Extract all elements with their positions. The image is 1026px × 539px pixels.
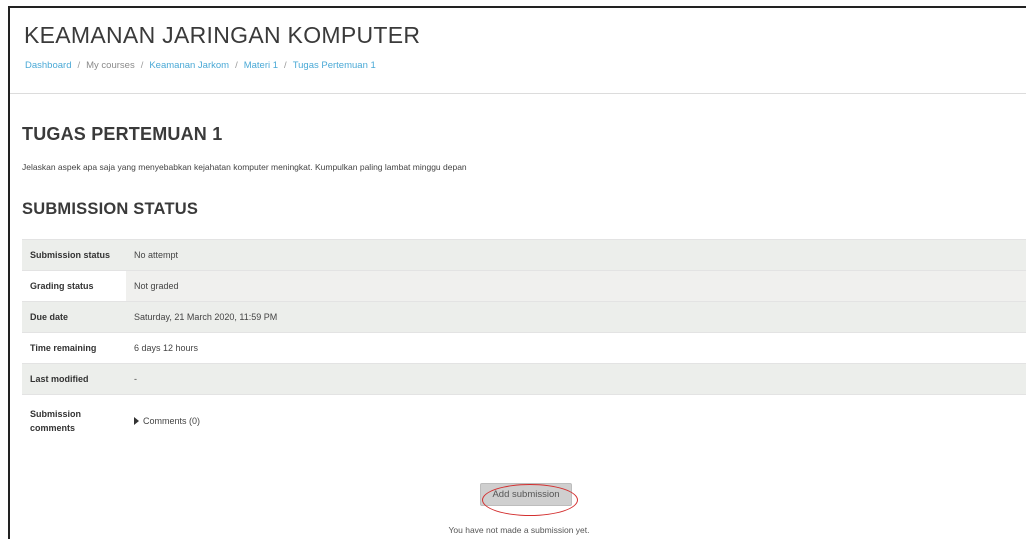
breadcrumb-separator: / xyxy=(77,60,81,71)
breadcrumb-dashboard[interactable]: Dashboard xyxy=(25,60,71,71)
caret-right-icon xyxy=(134,416,139,425)
row-label: Grading status xyxy=(22,270,126,302)
row-value: Saturday, 21 March 2020, 11:59 PM xyxy=(126,301,1026,333)
page-header: KEAMANAN JARINGAN KOMPUTER Dashboard / M… xyxy=(10,8,1026,94)
table-row: Submission status No attempt xyxy=(22,239,1026,271)
table-row: Time remaining 6 days 12 hours xyxy=(22,332,1026,364)
breadcrumb-activity[interactable]: Tugas Pertemuan 1 xyxy=(293,60,376,71)
breadcrumb-section[interactable]: Materi 1 xyxy=(244,60,278,71)
table-row: Grading status Not graded xyxy=(22,270,1026,302)
row-label: Submission status xyxy=(22,239,126,271)
course-title: KEAMANAN JARINGAN KOMPUTER xyxy=(24,22,421,48)
breadcrumb-my-courses: My courses xyxy=(86,60,135,71)
row-label: Time remaining xyxy=(22,332,126,364)
comments-toggle[interactable]: Comments (0) xyxy=(126,394,1026,447)
activity-title: TUGAS PERTEMUAN 1 xyxy=(22,124,223,144)
row-value: - xyxy=(126,363,1026,395)
row-value: Not graded xyxy=(126,270,1026,302)
breadcrumb: Dashboard / My courses / Keamanan Jarkom… xyxy=(25,60,376,71)
row-label: Last modified xyxy=(22,363,126,395)
breadcrumb-course[interactable]: Keamanan Jarkom xyxy=(149,60,229,71)
row-value: No attempt xyxy=(126,239,1026,271)
row-label: Submission comments xyxy=(22,394,126,447)
breadcrumb-separator: / xyxy=(235,60,238,71)
table-row: Due date Saturday, 21 March 2020, 11:59 … xyxy=(22,301,1026,333)
submission-status-table: Submission status No attempt Grading sta… xyxy=(22,239,1026,447)
add-submission-button[interactable]: Add submission xyxy=(480,483,572,506)
page-frame: KEAMANAN JARINGAN KOMPUTER Dashboard / M… xyxy=(8,6,1026,539)
breadcrumb-separator: / xyxy=(140,60,144,71)
comments-link[interactable]: Comments (0) xyxy=(143,416,200,426)
activity-intro: Jelaskan aspek apa saja yang menyebabkan… xyxy=(22,162,467,172)
table-row: Last modified - xyxy=(22,363,1026,395)
table-row: Submission comments Comments (0) xyxy=(22,394,1026,447)
row-value: 6 days 12 hours xyxy=(126,332,1026,364)
row-label: Due date xyxy=(22,301,126,333)
submission-status-heading: SUBMISSION STATUS xyxy=(22,200,199,218)
no-submission-note: You have not made a submission yet. xyxy=(448,525,590,535)
breadcrumb-separator: / xyxy=(284,60,287,71)
